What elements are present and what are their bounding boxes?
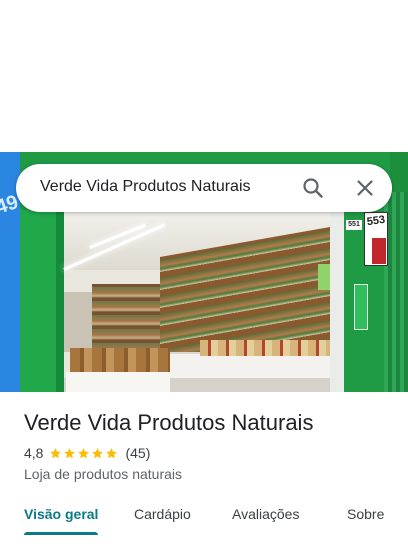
place-title: Verde Vida Produtos Naturais [24,410,314,435]
star-icon [92,447,104,458]
place-category: Loja de produtos naturais [24,466,182,482]
star-icon [50,447,62,458]
tab-menu[interactable]: Cardápio [134,506,191,522]
photo-poster [318,264,330,290]
active-tab-indicator [24,532,98,535]
photo-red-sign [372,238,386,264]
star-icon [106,447,118,458]
rating-value: 4,8 [24,445,44,461]
photo-number-553: 553 [366,213,386,229]
photo-door-frame [330,204,344,392]
place-tabs: Visão geral Cardápio Avaliações Sobre [0,496,408,544]
tab-reviews[interactable]: Avaliações [232,506,299,522]
tab-overview[interactable]: Visão geral [24,506,98,522]
rating-row[interactable]: 4,8 (45) [24,444,150,462]
photo-shelf [92,284,162,354]
search-bar[interactable]: Verde Vida Produtos Naturais [16,164,392,212]
photo-jars [70,348,170,374]
photo-jar-table [66,372,170,392]
review-count[interactable]: (45) [125,445,150,461]
star-icon [78,447,90,458]
blank-top-area [0,0,408,152]
photo-poster [354,284,368,330]
tab-about[interactable]: Sobre [347,506,384,522]
close-icon[interactable] [354,177,376,199]
star-icon [64,447,76,458]
search-input[interactable]: Verde Vida Produtos Naturais [40,178,251,196]
search-icon[interactable] [302,177,324,199]
photo-counter-items [200,340,330,356]
star-rating [49,447,119,460]
photo-number-551: 551 [346,220,362,230]
photo-shade [56,202,64,392]
